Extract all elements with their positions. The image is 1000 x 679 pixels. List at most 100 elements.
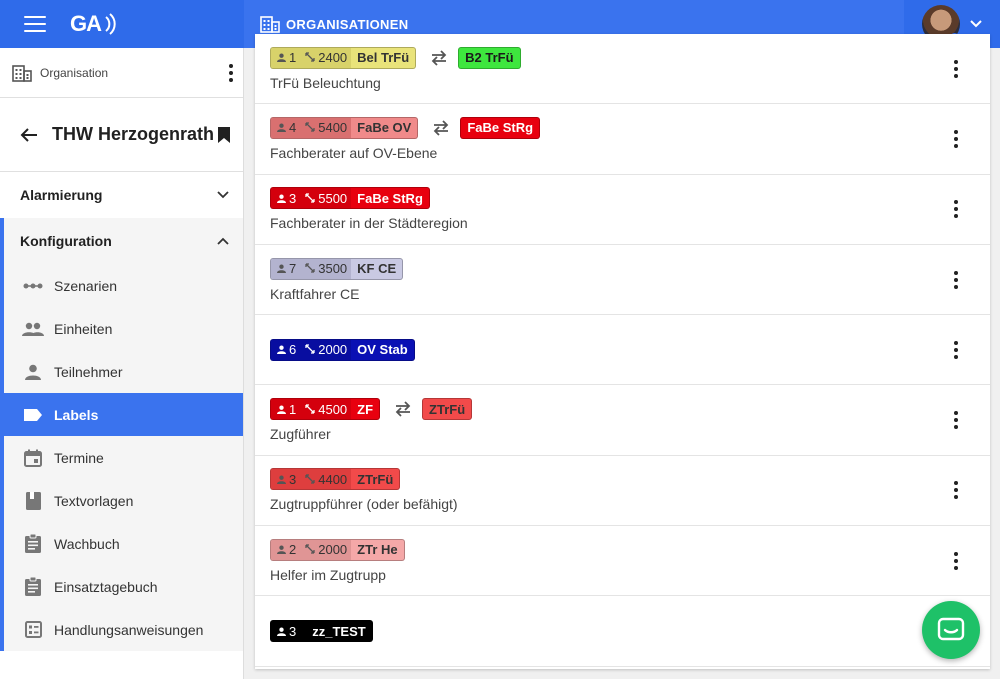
checklist-icon [22, 621, 44, 638]
table-row[interactable]: 3 5500 FaBe StRg Fachberater in der Städter… [255, 175, 990, 245]
label-description: Zugtruppführer (oder befähigt) [270, 496, 458, 513]
label-content: 1 4500 ZF ZTrFü Zugführer [270, 398, 944, 442]
section-alarmierung[interactable]: Alarmierung [0, 172, 243, 218]
label-count: 4 [289, 120, 297, 136]
sidebar-item-szenarien[interactable]: Szenarien [4, 264, 243, 307]
unit-name: THW Herzogenrath [52, 124, 214, 144]
label-description: Helfer im Zugtrupp [270, 566, 386, 583]
top-bar-left: GA [0, 0, 244, 48]
person-icon [277, 402, 286, 417]
label-chip: 4 5400 FaBe OV [270, 116, 419, 139]
sidebar-item-einsatztagebuch[interactable]: Einsatztagebuch [4, 565, 243, 608]
label-content: 4 5400 FaBe OV FaBe StRg Fachberater auf OV-… [270, 116, 944, 161]
sidebar-item-termine[interactable]: Termine [4, 436, 243, 479]
table-row[interactable]: 6 2000 OV Stab [255, 315, 990, 386]
priority-icon [305, 472, 315, 487]
sidebar-item-labels[interactable]: Labels [4, 393, 243, 436]
sidebar-item-label: Termine [54, 449, 104, 466]
bookmark-icon[interactable] [217, 126, 231, 144]
table-row[interactable]: 1 4500 ZF ZTrFü Zugführer [255, 385, 990, 456]
person-icon [277, 50, 286, 65]
priority-icon [305, 261, 315, 276]
replacement-label-chip: B2 TrFü [458, 46, 521, 69]
label-icon [22, 408, 44, 422]
label-tags: 2 2000 ZTr He [270, 538, 944, 561]
label-content: 3 5500 FaBe StRg Fachberater in der Städter… [270, 187, 944, 231]
label-count: 2 [289, 542, 297, 558]
person-icon [277, 542, 286, 557]
app-logo[interactable]: GA [70, 11, 119, 37]
label-description: Kraftfahrer CE [270, 285, 360, 302]
clipboard-icon [22, 534, 44, 553]
label-content: 3 4400 ZTrFü Zugtruppführer (oder befähigt) [270, 468, 944, 512]
label-code: KF CE [357, 261, 397, 277]
more-vert-icon[interactable] [944, 129, 968, 148]
sidebar-item-einheiten[interactable]: Einheiten [4, 307, 243, 350]
label-content: 7 3500 KF CE Kraftfahrer CE [270, 257, 944, 302]
nav-group-konfiguration: Konfiguration Szenarien Einheiten Teilne… [0, 218, 243, 651]
person-icon [22, 364, 44, 380]
label-tags: 6 2000 OV Stab [270, 338, 944, 361]
more-vert-icon[interactable] [944, 481, 968, 500]
label-count: 7 [289, 261, 297, 277]
sidebar-item-teilnehmer[interactable]: Teilnehmer [4, 350, 243, 393]
swap-icon [432, 120, 450, 136]
more-vert-icon[interactable] [944, 340, 968, 359]
building-icon [12, 64, 32, 82]
label-chip: 3 4400 ZTrFü [270, 468, 401, 491]
table-row[interactable]: 2 2000 ZTr He Helfer im Zugtrupp [255, 526, 990, 597]
label-count: 3 [289, 190, 297, 206]
more-vert-icon[interactable] [944, 59, 968, 78]
label-description: Fachberater auf OV-Ebene [270, 144, 438, 161]
table-row[interactable]: 3 zz_TEST [255, 596, 990, 667]
organisation-selector[interactable]: Organisation [0, 48, 243, 98]
priority-icon [305, 402, 315, 417]
label-tags: 4 5400 FaBe OV FaBe StRg [270, 116, 944, 139]
sidebar-item-label: Teilnehmer [54, 363, 123, 380]
label-chip: 1 4500 ZF [270, 398, 381, 421]
calendar-icon [22, 449, 44, 467]
more-vert-icon[interactable] [219, 63, 243, 82]
label-meta: 6 2000 [271, 339, 352, 360]
arrow-back-icon[interactable] [20, 127, 38, 143]
menu-icon[interactable] [24, 16, 46, 32]
priority-icon [305, 191, 315, 206]
label-priority: 5400 [318, 120, 348, 136]
label-priority: 2000 [318, 542, 348, 558]
table-row[interactable]: 4 5400 FaBe OV FaBe StRg Fachberater auf OV-… [255, 104, 990, 175]
scenario-icon [22, 283, 44, 289]
label-priority: 4500 [318, 401, 348, 417]
table-row[interactable]: 3 4400 ZTrFü Zugtruppführer (oder befähigt) [255, 456, 990, 527]
priority-icon [305, 50, 315, 65]
more-vert-icon[interactable] [944, 270, 968, 289]
sidebar: Organisation THW Herzogenrath Alarmierun… [0, 48, 244, 679]
label-count: 6 [289, 342, 297, 358]
label-tags: 1 2400 Bel TrFü B2 TrFü [270, 46, 944, 69]
section-konfiguration[interactable]: Konfiguration [4, 218, 243, 264]
replacement-label-chip: FaBe StRg [460, 116, 541, 139]
sidebar-item-label: Textvorlagen [54, 492, 134, 509]
chat-fab[interactable] [922, 601, 980, 659]
label-tags: 3 5500 FaBe StRg [270, 187, 944, 210]
page-title: ORGANISATIONEN [286, 16, 409, 32]
label-count: 1 [289, 50, 297, 66]
more-vert-icon[interactable] [944, 200, 968, 219]
label-code: ZTrFü [357, 471, 394, 487]
table-row[interactable]: 1 2400 Bel TrFü B2 TrFü TrFü Beleuchtung [255, 34, 990, 105]
sidebar-item-handlungsanweisungen[interactable]: Handlungsanweisungen [4, 608, 243, 651]
chevron-down-icon[interactable] [970, 20, 982, 28]
table-row[interactable]: 7 3500 KF CE Kraftfahrer CE [255, 245, 990, 316]
more-vert-icon[interactable] [944, 411, 968, 430]
label-code: FaBe StRg [357, 190, 423, 206]
label-meta: 3 4400 [271, 469, 352, 490]
swap-icon [394, 401, 412, 417]
more-vert-icon[interactable] [944, 551, 968, 570]
label-meta: 2 2000 [271, 539, 352, 560]
sidebar-item-wachbuch[interactable]: Wachbuch [4, 522, 243, 565]
label-code: zz_TEST [312, 623, 366, 639]
priority-icon [305, 120, 315, 135]
label-chip: 1 2400 Bel TrFü [270, 46, 417, 69]
label-count: 1 [289, 401, 297, 417]
sidebar-item-textvorlagen[interactable]: Textvorlagen [4, 479, 243, 522]
group-icon [22, 322, 44, 336]
